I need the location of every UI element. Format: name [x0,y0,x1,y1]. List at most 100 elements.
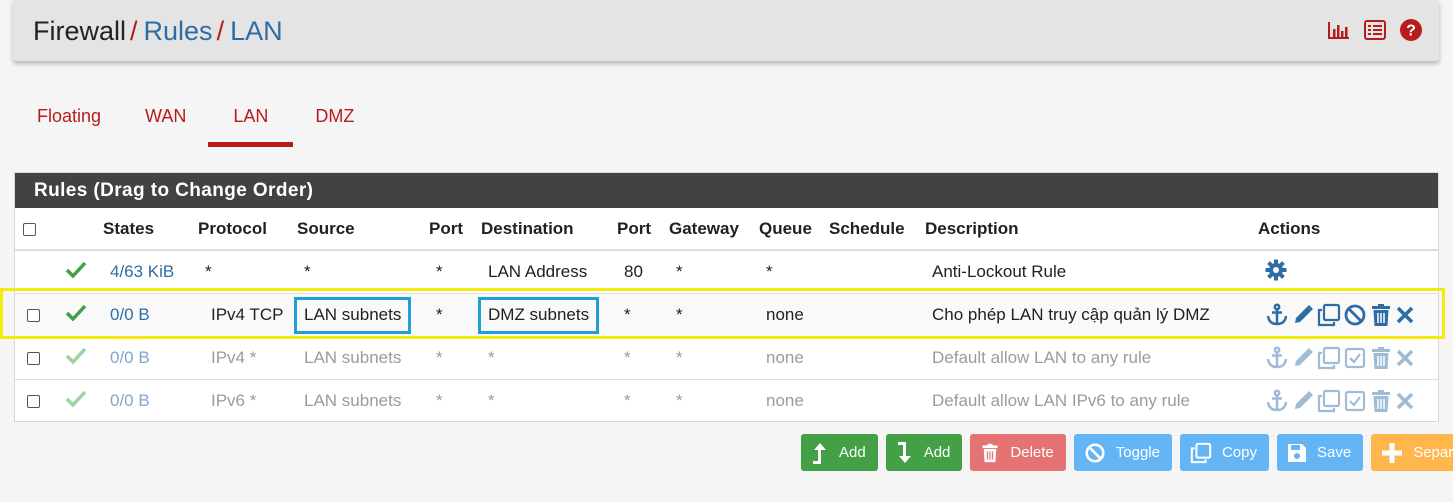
edit-pencil-icon[interactable] [1291,303,1315,327]
schedule-cell [829,380,925,423]
check-icon [65,261,87,279]
col-destination: Destination [481,208,617,251]
trash-icon [982,443,998,462]
breadcrumb-lan-link[interactable]: LAN [230,16,283,46]
table-row[interactable]: 0/0 B IPv6 * LAN subnets * * * * none De… [15,380,1438,423]
source-cell: LAN subnets [294,296,412,334]
source-cell: LAN subnets [304,391,402,410]
list-icon[interactable] [1364,20,1386,40]
delete-x-icon[interactable] [1395,346,1415,370]
tab-wan[interactable]: WAN [123,100,208,141]
copy-icon[interactable] [1317,346,1341,370]
gear-icon[interactable] [1265,259,1287,285]
col-actions: Actions [1258,208,1438,251]
table-row[interactable]: 4/63 KiB * * * LAN Address 80 * * Anti-L… [15,250,1438,294]
arrow-down-icon [897,441,911,463]
states-link[interactable]: 0/0 B [110,305,150,324]
trash-icon[interactable] [1369,346,1393,370]
copy-icon [1190,442,1212,463]
row-checkbox[interactable] [27,309,40,323]
tab-lan[interactable]: LAN [208,100,294,147]
gateway-cell: * [669,293,759,337]
anchor-icon[interactable] [1265,389,1289,413]
copy-icon[interactable] [1317,389,1341,413]
row-checkbox[interactable] [27,352,40,366]
edit-pencil-icon[interactable] [1291,346,1315,370]
rules-table: States Protocol Source Port Destination … [15,208,1438,422]
dest-port-cell: * [624,391,631,410]
schedule-cell [829,250,925,294]
protocol-cell: IPv4 * [198,336,297,380]
col-gateway: Gateway [669,208,759,251]
col-states: States [103,208,198,251]
queue-cell: none [759,293,829,337]
anchor-icon[interactable] [1265,346,1289,370]
rules-panel: Rules (Drag to Change Order) States Prot… [14,172,1439,422]
port-cell: * [429,336,481,380]
copy-label: Copy [1221,444,1257,461]
delete-x-icon[interactable] [1395,303,1415,327]
gateway-cell: * [669,336,759,380]
enable-checkbox-icon[interactable] [1343,389,1367,413]
disable-ban-icon[interactable] [1343,303,1367,327]
arrow-up-icon [813,442,826,464]
states-link[interactable]: 0/0 B [110,391,150,410]
edit-pencil-icon[interactable] [1291,389,1315,413]
col-description: Description [925,208,1258,251]
states-link[interactable]: 4/63 KiB [110,262,174,281]
breadcrumb-rules-link[interactable]: Rules [144,16,213,46]
add-top-button[interactable]: Add [801,434,878,471]
separator-button[interactable]: Separator [1371,434,1453,471]
trash-icon[interactable] [1369,389,1393,413]
trash-icon[interactable] [1369,303,1393,327]
breadcrumb-firewall: Firewall [33,16,127,46]
delete-x-icon[interactable] [1395,389,1415,413]
toggle-label: Toggle [1115,444,1160,461]
dest-port-cell: * [617,336,669,380]
select-all-checkbox[interactable] [23,222,36,236]
breadcrumb: Firewall / Rules / LAN [33,15,283,47]
source-cell: * [297,250,429,294]
add-bottom-label: Add [923,444,951,461]
description-cell: Anti-Lockout Rule [925,250,1258,294]
page-header: Firewall / Rules / LAN ? [13,0,1439,61]
queue-cell: * [759,250,829,294]
copy-icon[interactable] [1317,303,1341,327]
destination-cell: * [481,336,617,380]
save-label: Save [1317,444,1352,461]
port-cell: * [429,250,481,294]
check-icon [65,390,87,408]
bar-chart-icon[interactable] [1328,20,1350,40]
description-cell: Cho phép LAN truy cập quản lý DMZ [925,293,1258,337]
svg-text:?: ? [1406,23,1416,40]
dest-port-cell: * [617,293,669,337]
queue-cell: none [759,336,829,380]
interface-tabs: Floating WAN LAN DMZ [15,100,376,147]
enable-checkbox-icon[interactable] [1343,346,1367,370]
protocol-cell: IPv4 TCP [198,293,297,337]
col-schedule: Schedule [829,208,925,251]
ban-icon [1085,442,1105,463]
save-button[interactable]: Save [1277,434,1364,471]
states-link[interactable]: 0/0 B [110,348,150,367]
col-protocol: Protocol [198,208,297,251]
dest-port-cell: 80 [617,250,669,294]
queue-cell: none [766,391,804,410]
add-bottom-button[interactable]: Add [885,434,963,471]
copy-button[interactable]: Copy [1179,434,1269,471]
tab-dmz[interactable]: DMZ [293,100,376,141]
table-row[interactable]: 0/0 B IPv4 * LAN subnets * * * * none De… [15,336,1438,380]
table-header-row: States Protocol Source Port Destination … [15,208,1438,251]
gateway-cell: * [676,391,683,410]
toggle-button[interactable]: Toggle [1073,434,1172,471]
table-row[interactable]: 0/0 B IPv4 TCP LAN subnets * DMZ subnets… [15,293,1438,337]
row-checkbox[interactable] [27,395,40,409]
delete-button[interactable]: Delete [970,434,1066,471]
destination-cell: DMZ subnets [478,296,600,334]
save-icon [1288,443,1306,462]
help-icon[interactable]: ? [1400,19,1422,41]
check-icon [65,347,87,365]
col-queue: Queue [759,208,829,251]
anchor-icon[interactable] [1265,303,1289,327]
tab-floating[interactable]: Floating [15,100,123,141]
